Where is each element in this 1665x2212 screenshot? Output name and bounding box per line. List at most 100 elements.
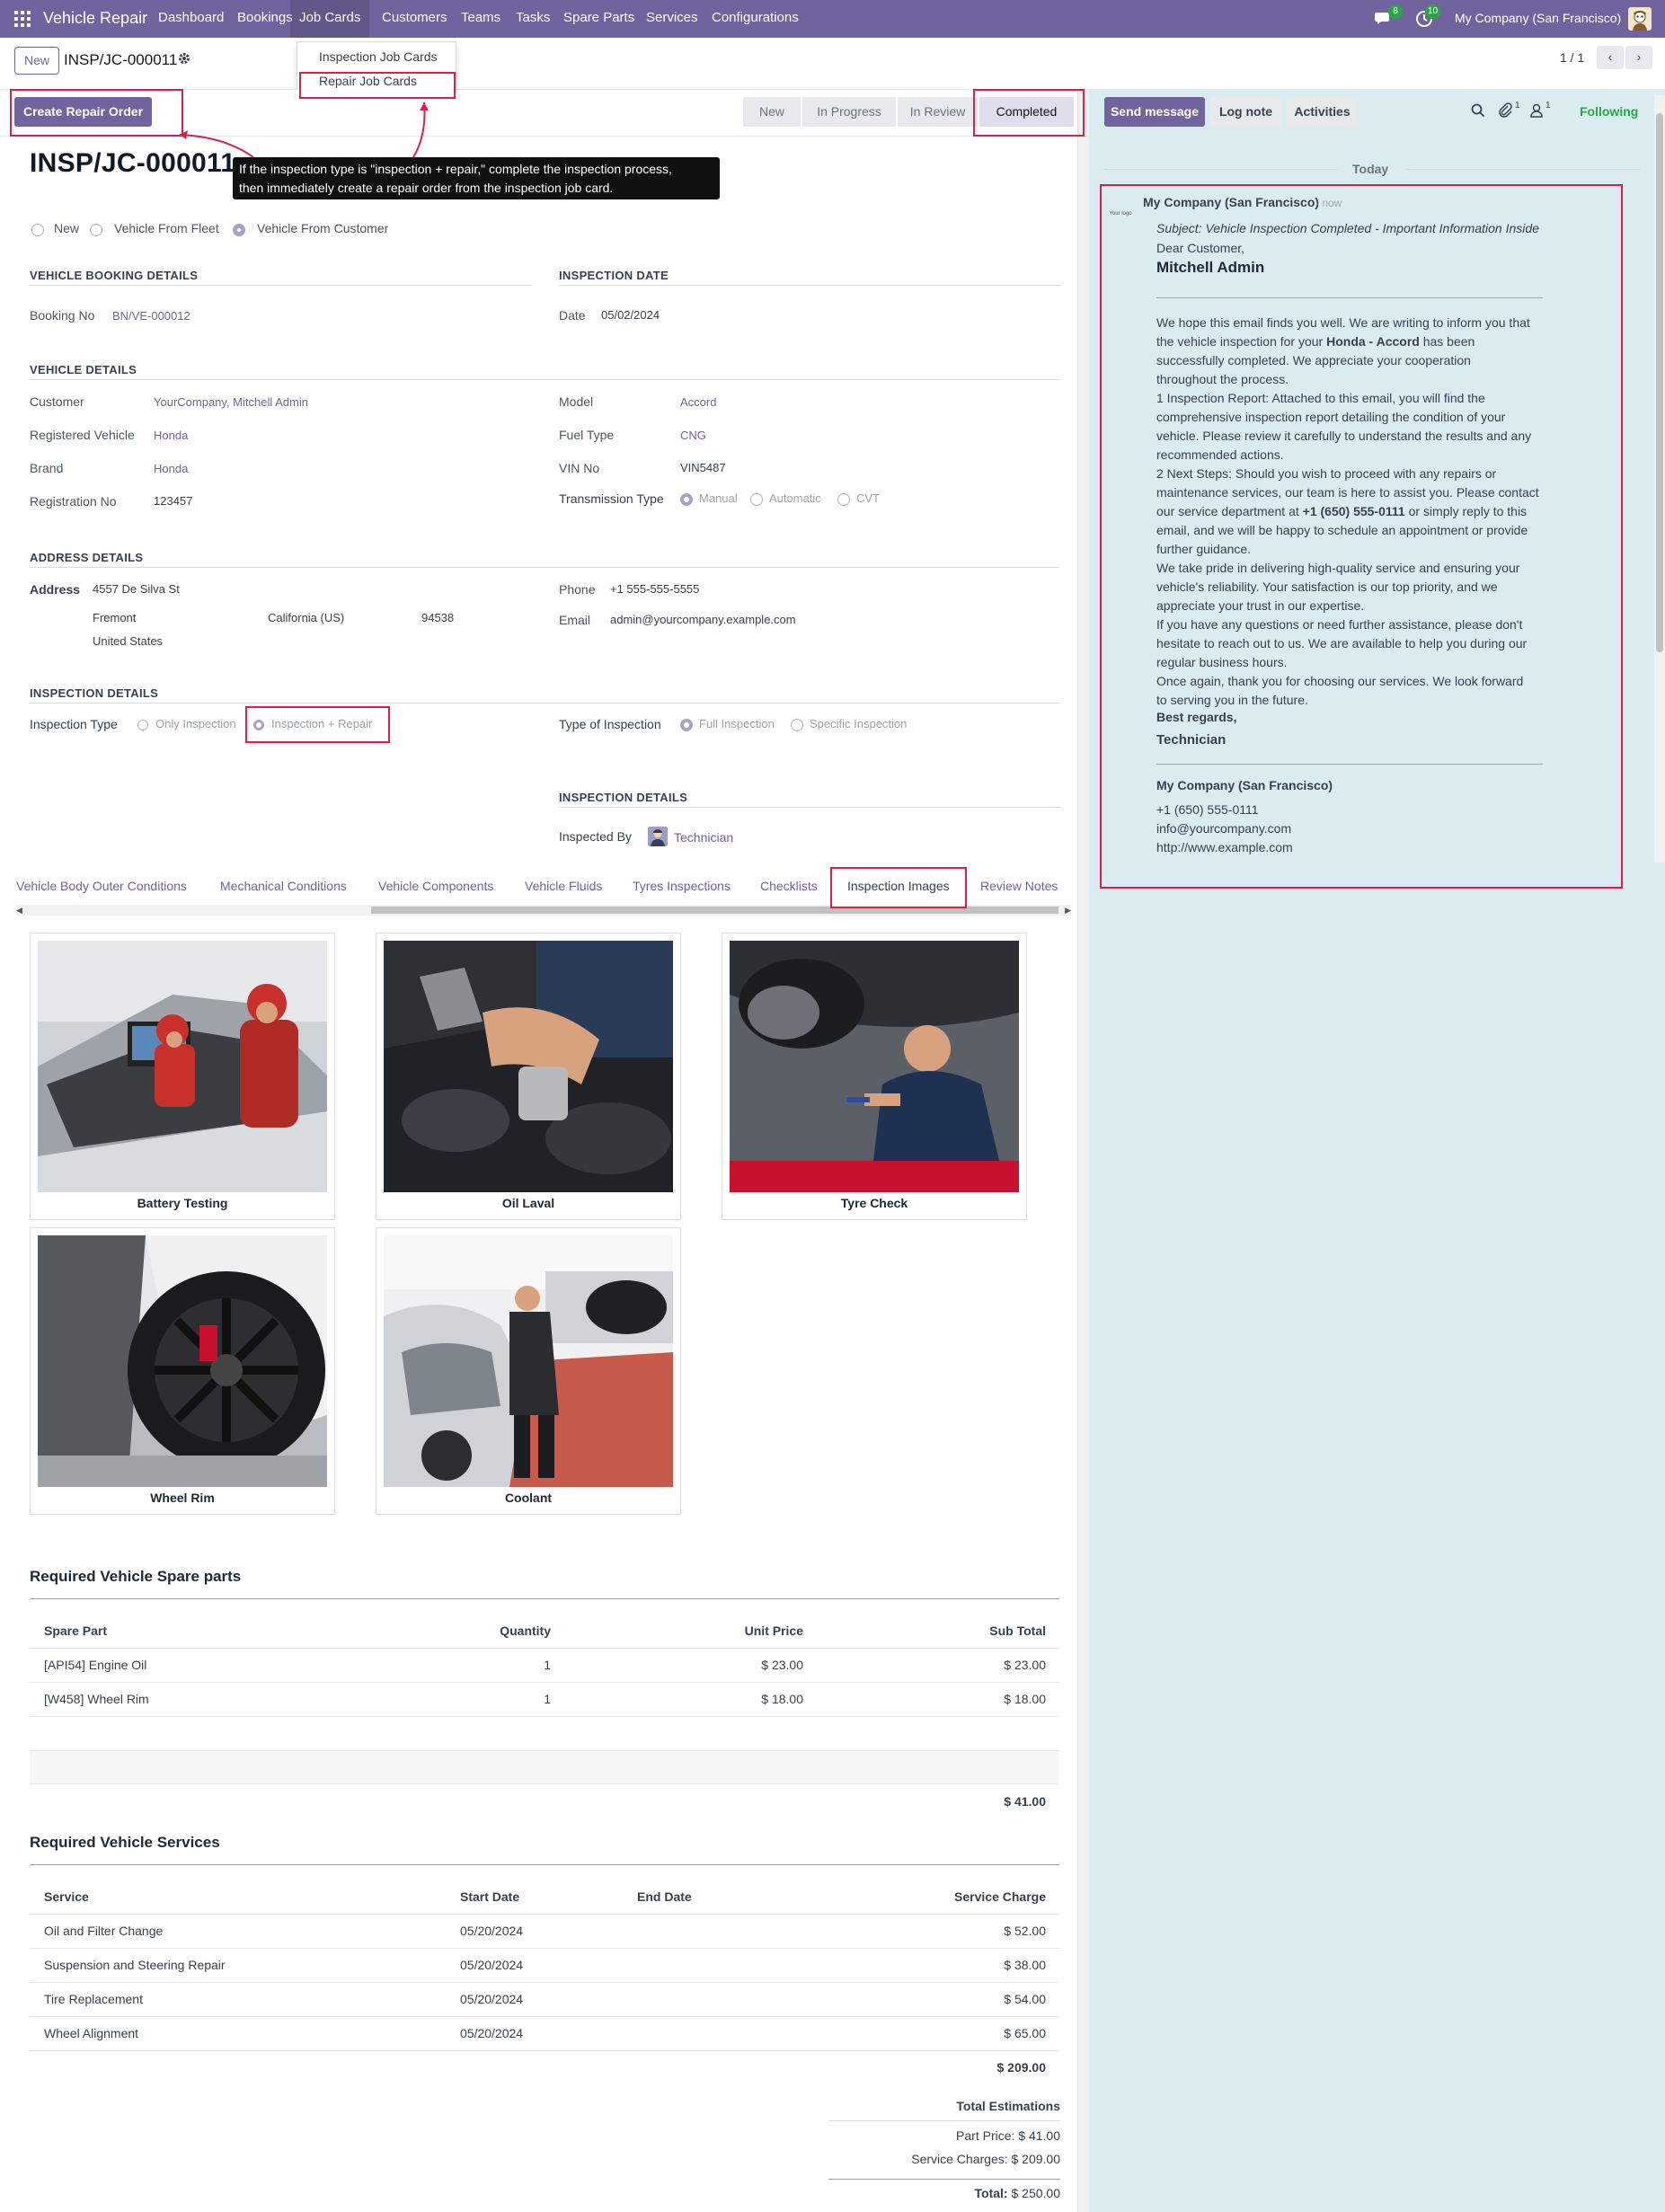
table-row-subtotal[interactable]: $ 23.00: [934, 1658, 1046, 1672]
table-row-part-name[interactable]: [W458] Wheel Rim: [44, 1692, 149, 1706]
send-message-button[interactable]: Send message: [1104, 97, 1205, 127]
menu-dashboard[interactable]: Dashboard: [158, 0, 224, 38]
menu-spare-parts[interactable]: Spare Parts: [563, 0, 634, 38]
menu-bookings[interactable]: Bookings: [237, 0, 293, 38]
tabs-scrollbar[interactable]: ◀ ▶: [16, 905, 1071, 916]
transmission-radio-cvt[interactable]: [837, 493, 850, 506]
followers-icon[interactable]: [1530, 103, 1543, 120]
state-value[interactable]: California (US): [268, 611, 344, 624]
table-row-service[interactable]: Wheel Alignment: [44, 2026, 138, 2040]
stage-completed[interactable]: Completed: [979, 97, 1075, 127]
activities-button[interactable]: Activities: [1287, 97, 1358, 127]
menu-customers[interactable]: Customers: [382, 0, 447, 38]
create-repair-order-button[interactable]: Create Repair Order: [14, 97, 152, 127]
brand-value[interactable]: Honda: [154, 462, 188, 475]
app-name[interactable]: Vehicle Repair: [43, 0, 147, 38]
paperclip-icon[interactable]: [1498, 102, 1512, 120]
booking-no-value[interactable]: BN/VE-000012: [112, 309, 190, 323]
date-value[interactable]: 05/02/2024: [601, 308, 660, 322]
col-sub-total[interactable]: Sub Total: [934, 1624, 1046, 1638]
stage-new[interactable]: New: [743, 97, 802, 127]
table-row-start[interactable]: 05/20/2024: [460, 1992, 523, 2006]
col-start-date[interactable]: Start Date: [460, 1889, 519, 1904]
menu-tasks[interactable]: Tasks: [516, 0, 550, 38]
menu-teams[interactable]: Teams: [461, 0, 500, 38]
image-card-oil-laval[interactable]: Oil Laval: [376, 933, 681, 1220]
registration-value[interactable]: 123457: [154, 494, 192, 508]
table-row-unit-price[interactable]: $ 18.00: [683, 1692, 803, 1706]
pager-prev-button[interactable]: ‹: [1597, 46, 1624, 69]
type-radio-full[interactable]: [680, 719, 693, 731]
vin-value[interactable]: VIN5487: [680, 461, 726, 474]
fuel-type-value[interactable]: CNG: [680, 429, 706, 442]
phone-value[interactable]: +1 555-555-5555: [610, 582, 699, 596]
message-author[interactable]: My Company (San Francisco): [1143, 195, 1319, 209]
transmission-radio-automatic[interactable]: [750, 493, 763, 506]
tab-fluids[interactable]: Vehicle Fluids: [525, 877, 602, 898]
table-row-charge[interactable]: $ 65.00: [899, 2026, 1046, 2040]
table-row-charge[interactable]: $ 38.00: [899, 1958, 1046, 1972]
menu-configurations[interactable]: Configurations: [712, 0, 799, 38]
table-row-start[interactable]: 05/20/2024: [460, 1924, 523, 1938]
search-icon[interactable]: [1471, 103, 1485, 120]
table-row-start[interactable]: 05/20/2024: [460, 2026, 523, 2040]
form-scrollbar[interactable]: [1077, 90, 1089, 2212]
stage-in-review[interactable]: In Review: [898, 97, 979, 127]
table-row-service[interactable]: Tire Replacement: [44, 1992, 143, 2006]
email-value[interactable]: admin@yourcompany.example.com: [610, 613, 796, 626]
following-button[interactable]: Following: [1580, 104, 1638, 119]
source-radio-customer[interactable]: [233, 224, 245, 236]
table-row-start[interactable]: 05/20/2024: [460, 1958, 523, 1972]
inspection-type-radio-repair[interactable]: [253, 720, 264, 730]
street-value[interactable]: 4557 De Silva St: [93, 582, 180, 596]
tab-tyres[interactable]: Tyres Inspections: [633, 877, 731, 898]
pager-value[interactable]: 1 / 1: [1560, 50, 1584, 65]
chatter-scrollbar[interactable]: [1654, 95, 1665, 863]
company-switcher[interactable]: My Company (San Francisco): [1455, 0, 1621, 38]
dropdown-inspection-job-cards[interactable]: Inspection Job Cards: [297, 44, 456, 69]
model-value[interactable]: Accord: [680, 395, 716, 409]
table-row-qty[interactable]: 1: [431, 1658, 551, 1672]
log-note-button[interactable]: Log note: [1210, 97, 1281, 127]
type-radio-specific[interactable]: [791, 719, 803, 731]
customer-value[interactable]: YourCompany, Mitchell Admin: [154, 395, 308, 409]
tab-body-outer[interactable]: Vehicle Body Outer Conditions: [16, 877, 187, 898]
image-card-wheel-rim[interactable]: Wheel Rim: [30, 1227, 335, 1515]
tab-inspection-images[interactable]: Inspection Images: [847, 877, 950, 898]
col-service-charge[interactable]: Service Charge: [899, 1889, 1046, 1904]
tab-review-notes[interactable]: Review Notes: [980, 877, 1058, 898]
zip-value[interactable]: 94538: [421, 611, 454, 624]
tab-mechanical[interactable]: Mechanical Conditions: [220, 877, 347, 898]
stage-in-progress[interactable]: In Progress: [802, 97, 897, 127]
col-quantity[interactable]: Quantity: [431, 1624, 551, 1638]
image-card-battery-testing[interactable]: Battery Testing: [30, 933, 335, 1220]
image-card-coolant[interactable]: Coolant: [376, 1227, 681, 1515]
country-value[interactable]: United States: [93, 634, 163, 648]
table-row-charge[interactable]: $ 54.00: [899, 1992, 1046, 2006]
col-unit-price[interactable]: Unit Price: [683, 1624, 803, 1638]
menu-services[interactable]: Services: [646, 0, 698, 38]
city-value[interactable]: Fremont: [93, 611, 136, 624]
transmission-radio-manual[interactable]: [680, 493, 693, 506]
col-spare-part[interactable]: Spare Part: [44, 1624, 107, 1638]
pager-next-button[interactable]: ›: [1625, 46, 1652, 69]
user-avatar[interactable]: [1628, 0, 1652, 38]
table-row-service[interactable]: Suspension and Steering Repair: [44, 1958, 226, 1972]
tab-components[interactable]: Vehicle Components: [378, 877, 493, 898]
table-row-part-name[interactable]: [API54] Engine Oil: [44, 1658, 146, 1672]
table-row-qty[interactable]: 1: [431, 1692, 551, 1706]
inspection-type-radio-only[interactable]: [137, 720, 148, 730]
new-button[interactable]: New: [14, 47, 59, 75]
table-row-service[interactable]: Oil and Filter Change: [44, 1924, 163, 1938]
table-row-charge[interactable]: $ 52.00: [899, 1924, 1046, 1938]
col-service[interactable]: Service: [44, 1889, 89, 1904]
registered-vehicle-value[interactable]: Honda: [154, 429, 188, 442]
image-card-tyre-check[interactable]: Tyre Check: [722, 933, 1027, 1220]
table-row-subtotal[interactable]: $ 18.00: [934, 1692, 1046, 1706]
tab-checklists[interactable]: Checklists: [760, 877, 818, 898]
inspected-by-value[interactable]: Technician: [674, 830, 733, 845]
source-radio-new[interactable]: [31, 224, 44, 236]
apps-menu-icon[interactable]: [14, 0, 34, 38]
menu-job-cards[interactable]: Job Cards: [290, 0, 370, 38]
col-end-date[interactable]: End Date: [637, 1889, 692, 1904]
